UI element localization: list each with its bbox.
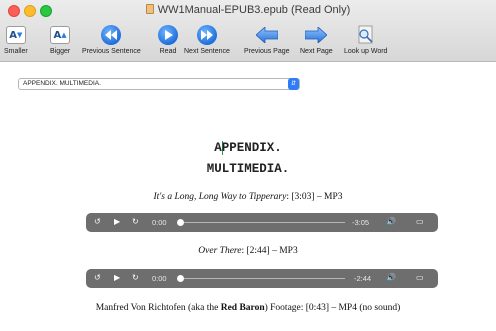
window-title: WW1Manual-EPUB3.epub (Read Only) bbox=[0, 4, 496, 16]
bigger-button[interactable]: A ▲ Bigger bbox=[50, 24, 70, 55]
title-bar: WW1Manual-EPUB3.epub (Read Only) bbox=[0, 0, 496, 22]
app-window: WW1Manual-EPUB3.epub (Read Only) A ▼ Smal… bbox=[0, 0, 496, 331]
next-sentence-icon bbox=[196, 25, 217, 45]
section-select-value: APPENDIX. MULTIMEDIA. bbox=[23, 80, 101, 87]
audio-player-1: ↺ ▶ ↻ 0:00 -3:05 🔊 ▭ bbox=[86, 213, 438, 232]
seek-track[interactable] bbox=[180, 222, 345, 223]
previous-page-icon bbox=[255, 24, 278, 46]
previous-sentence-button[interactable]: Previous Sentence bbox=[82, 24, 141, 55]
window-chrome: WW1Manual-EPUB3.epub (Read Only) A ▼ Smal… bbox=[0, 0, 496, 62]
media-item-1-meta: : [3:03] – MP3 bbox=[286, 192, 343, 202]
media-item-3-prefix: Manfred Von Richtofen (aka the bbox=[95, 303, 221, 313]
media-item-2-caption: Over There: [2:44] – MP3 bbox=[0, 246, 496, 256]
look-up-word-button[interactable]: Look up Word bbox=[344, 24, 387, 55]
media-item-1-title: It's a Long, Long Way to Tipperary bbox=[153, 192, 287, 202]
media-item-2-title: Over There bbox=[198, 246, 242, 256]
next-sentence-label: Next Sentence bbox=[184, 48, 230, 55]
previous-sentence-icon bbox=[101, 25, 122, 45]
media-item-3-suffix: ) Footage: [0:43] – MP4 (no sound) bbox=[264, 303, 401, 313]
airplay-icon[interactable]: ▭ bbox=[416, 273, 424, 282]
multimedia-heading: MULTIMEDIA. bbox=[206, 162, 290, 176]
read-play-icon bbox=[158, 25, 178, 45]
seek-handle[interactable] bbox=[177, 219, 184, 226]
play-icon[interactable]: ▶ bbox=[114, 217, 120, 226]
next-page-button[interactable]: Next Page bbox=[300, 24, 333, 55]
bigger-label: Bigger bbox=[50, 48, 71, 55]
smaller-text-glyph: A bbox=[9, 29, 18, 41]
bigger-text-icon: A ▲ bbox=[50, 26, 71, 44]
current-time: 0:00 bbox=[152, 274, 167, 283]
toolbar: A ▼ Smaller A ▲ Bigger Previous Sentence R… bbox=[0, 22, 496, 62]
next-sentence-button[interactable]: Next Sentence bbox=[184, 24, 230, 55]
volume-icon[interactable]: 🔊 bbox=[386, 217, 396, 226]
chevron-updown-icon: ⇵ bbox=[288, 78, 299, 90]
previous-sentence-label: Previous Sentence bbox=[82, 48, 141, 55]
next-page-label: Next Page bbox=[300, 48, 333, 55]
seek-track[interactable] bbox=[180, 278, 345, 279]
rewind-15-icon[interactable]: ↺ bbox=[94, 217, 101, 226]
volume-icon[interactable]: 🔊 bbox=[386, 273, 396, 282]
forward-15-icon[interactable]: ↻ bbox=[132, 217, 139, 226]
smaller-label: Smaller bbox=[4, 48, 28, 55]
remaining-time: -2:44 bbox=[354, 274, 372, 283]
media-item-3-caption: Manfred Von Richtofen (aka the Red Baron… bbox=[0, 303, 496, 313]
previous-page-button[interactable]: Previous Page bbox=[244, 24, 290, 55]
book-content: APPENDIX. MULTIMEDIA. It's a Long, Long … bbox=[0, 96, 496, 331]
look-up-word-icon bbox=[356, 24, 376, 46]
appendix-heading: APPENDIX. bbox=[214, 141, 282, 155]
document-icon bbox=[145, 4, 154, 14]
smaller-text-icon: A ▼ bbox=[5, 26, 26, 44]
audio-player-2: ↺ ▶ ↻ 0:00 -2:44 🔊 ▭ bbox=[86, 269, 438, 288]
airplay-icon[interactable]: ▭ bbox=[416, 217, 424, 226]
read-button[interactable]: Read bbox=[158, 24, 178, 55]
media-item-3-bold: Red Baron bbox=[220, 303, 265, 313]
current-time: 0:00 bbox=[152, 218, 167, 227]
previous-page-label: Previous Page bbox=[244, 48, 290, 55]
play-icon[interactable]: ▶ bbox=[114, 273, 120, 282]
media-item-2-meta: : [2:44] – MP3 bbox=[241, 246, 298, 256]
media-item-1-caption: It's a Long, Long Way to Tipperary: [3:0… bbox=[0, 192, 496, 202]
read-label: Read bbox=[159, 48, 177, 55]
smaller-button[interactable]: A ▼ Smaller bbox=[4, 24, 28, 55]
bigger-text-glyph: A bbox=[53, 29, 62, 41]
window-title-text: WW1Manual-EPUB3.epub (Read Only) bbox=[157, 4, 351, 16]
look-up-word-label: Look up Word bbox=[344, 48, 388, 55]
forward-15-icon[interactable]: ↻ bbox=[132, 273, 139, 282]
remaining-time: -3:05 bbox=[352, 218, 370, 227]
next-page-icon bbox=[305, 24, 328, 46]
seek-handle[interactable] bbox=[177, 275, 184, 282]
section-select[interactable]: APPENDIX. MULTIMEDIA. ⇵ bbox=[18, 78, 300, 90]
rewind-15-icon[interactable]: ↺ bbox=[94, 273, 101, 282]
